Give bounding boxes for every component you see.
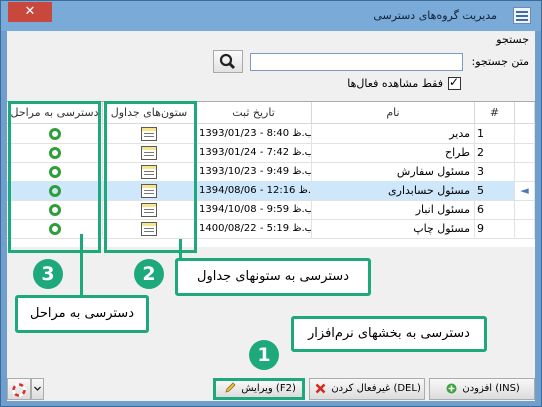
connector-stages	[80, 234, 83, 302]
stages-column-highlight	[8, 101, 101, 253]
row-header-corner	[515, 102, 535, 124]
close-button[interactable]: ✕	[8, 2, 52, 22]
callout-badge-1: 1	[249, 340, 279, 370]
row-id-cell[interactable]: 2	[475, 143, 515, 163]
row-name-cell[interactable]: مسئول حسابداری	[312, 181, 475, 201]
row-name-cell[interactable]: طراح	[312, 143, 475, 163]
list-window-icon	[513, 7, 531, 24]
deactivate-button[interactable]: (DEL) غیرفعال کردن	[309, 378, 425, 400]
active-only-checkbox[interactable]: ✓	[448, 75, 461, 90]
active-only-label[interactable]: فقط مشاهده فعال‌ها	[347, 77, 443, 90]
row-header-cell[interactable]	[515, 143, 535, 163]
edit-button[interactable]: (F2) ویرایش	[213, 378, 305, 400]
row-name-cell[interactable]: مدیر	[312, 124, 475, 144]
callout-table-columns: دسترسی به ستونهای جداول	[175, 258, 371, 296]
x-mark-icon	[315, 383, 326, 393]
row-date-cell[interactable]: 1393/10/23 - 9:49 ب.ظ	[196, 162, 312, 182]
search-button[interactable]	[213, 50, 243, 73]
tables-column-highlight	[104, 101, 197, 253]
search-field-label: متن جستجو:	[471, 55, 529, 68]
search-icon	[219, 53, 236, 70]
row-id-cell[interactable]: 3	[475, 162, 515, 182]
row-date-cell[interactable]: 1394/10/08 - 9:59 ب.ظ	[196, 200, 312, 220]
row-name-cell[interactable]: مسئول چاپ	[312, 219, 475, 239]
edit-button-label: (F2) ویرایش	[241, 383, 296, 394]
help-dropdown-button[interactable]	[31, 378, 44, 400]
row-header-cell[interactable]	[515, 219, 535, 239]
row-header-cell[interactable]	[515, 200, 535, 220]
row-id-cell[interactable]: 6	[475, 200, 515, 220]
row-id-cell[interactable]: 1	[475, 124, 515, 144]
chevron-down-icon	[34, 386, 41, 391]
row-id-cell[interactable]: 5	[475, 181, 515, 201]
callout-software-sections: دسترسی به بخشهای نرم‌افزار	[291, 316, 487, 352]
help-button[interactable]	[7, 378, 31, 400]
row-header-cell[interactable]	[515, 124, 535, 144]
app-window: ✕ مدیریت گروه‌های دسترسی جستجو متن جستجو…	[0, 0, 542, 407]
main-panel: جستجو متن جستجو: ✓ فقط مشاهده فعال‌ها # …	[7, 31, 535, 401]
row-header-cell[interactable]: ◄	[515, 181, 535, 201]
add-button-label: (INS) افزودن	[462, 383, 520, 394]
column-header-index[interactable]: #	[475, 102, 515, 124]
pencil-icon	[225, 382, 236, 393]
callout-badge-2: 2	[134, 259, 164, 289]
check-mark: ✓	[449, 75, 460, 89]
window-title: مدیریت گروه‌های دسترسی	[373, 9, 497, 22]
column-header-name[interactable]: نام	[312, 102, 475, 124]
callout-stages: دسترسی به مراحل	[15, 295, 149, 333]
row-date-cell[interactable]: 1393/01/24 - 7:42 ب.ظ	[196, 143, 312, 163]
row-date-cell[interactable]: 1393/01/23 - 8:40 ب.ظ	[196, 124, 312, 144]
title-bar[interactable]: ✕ مدیریت گروه‌های دسترسی	[1, 1, 541, 31]
row-header-cell[interactable]	[515, 162, 535, 182]
row-name-cell[interactable]: مسئول انبار	[312, 200, 475, 220]
row-id-cell[interactable]: 9	[475, 219, 515, 239]
plus-circle-icon	[446, 383, 457, 393]
add-button[interactable]: (INS) افزودن	[429, 378, 535, 400]
callout-badge-3: 3	[33, 259, 63, 289]
row-name-cell[interactable]: مسئول سفارش	[312, 162, 475, 182]
search-section-label: جستجو	[496, 33, 529, 46]
row-date-cell[interactable]: 1394/08/06 - 12:16 ق.ظ	[196, 181, 312, 201]
deactivate-button-label: (DEL) غیرفعال کردن	[331, 383, 421, 394]
column-header-date[interactable]: تاریخ ثبت	[196, 102, 312, 124]
row-date-cell[interactable]: 1400/08/22 - 5:19 ب.ظ	[196, 219, 312, 239]
search-input[interactable]	[250, 53, 463, 71]
lifebuoy-icon	[12, 382, 26, 397]
